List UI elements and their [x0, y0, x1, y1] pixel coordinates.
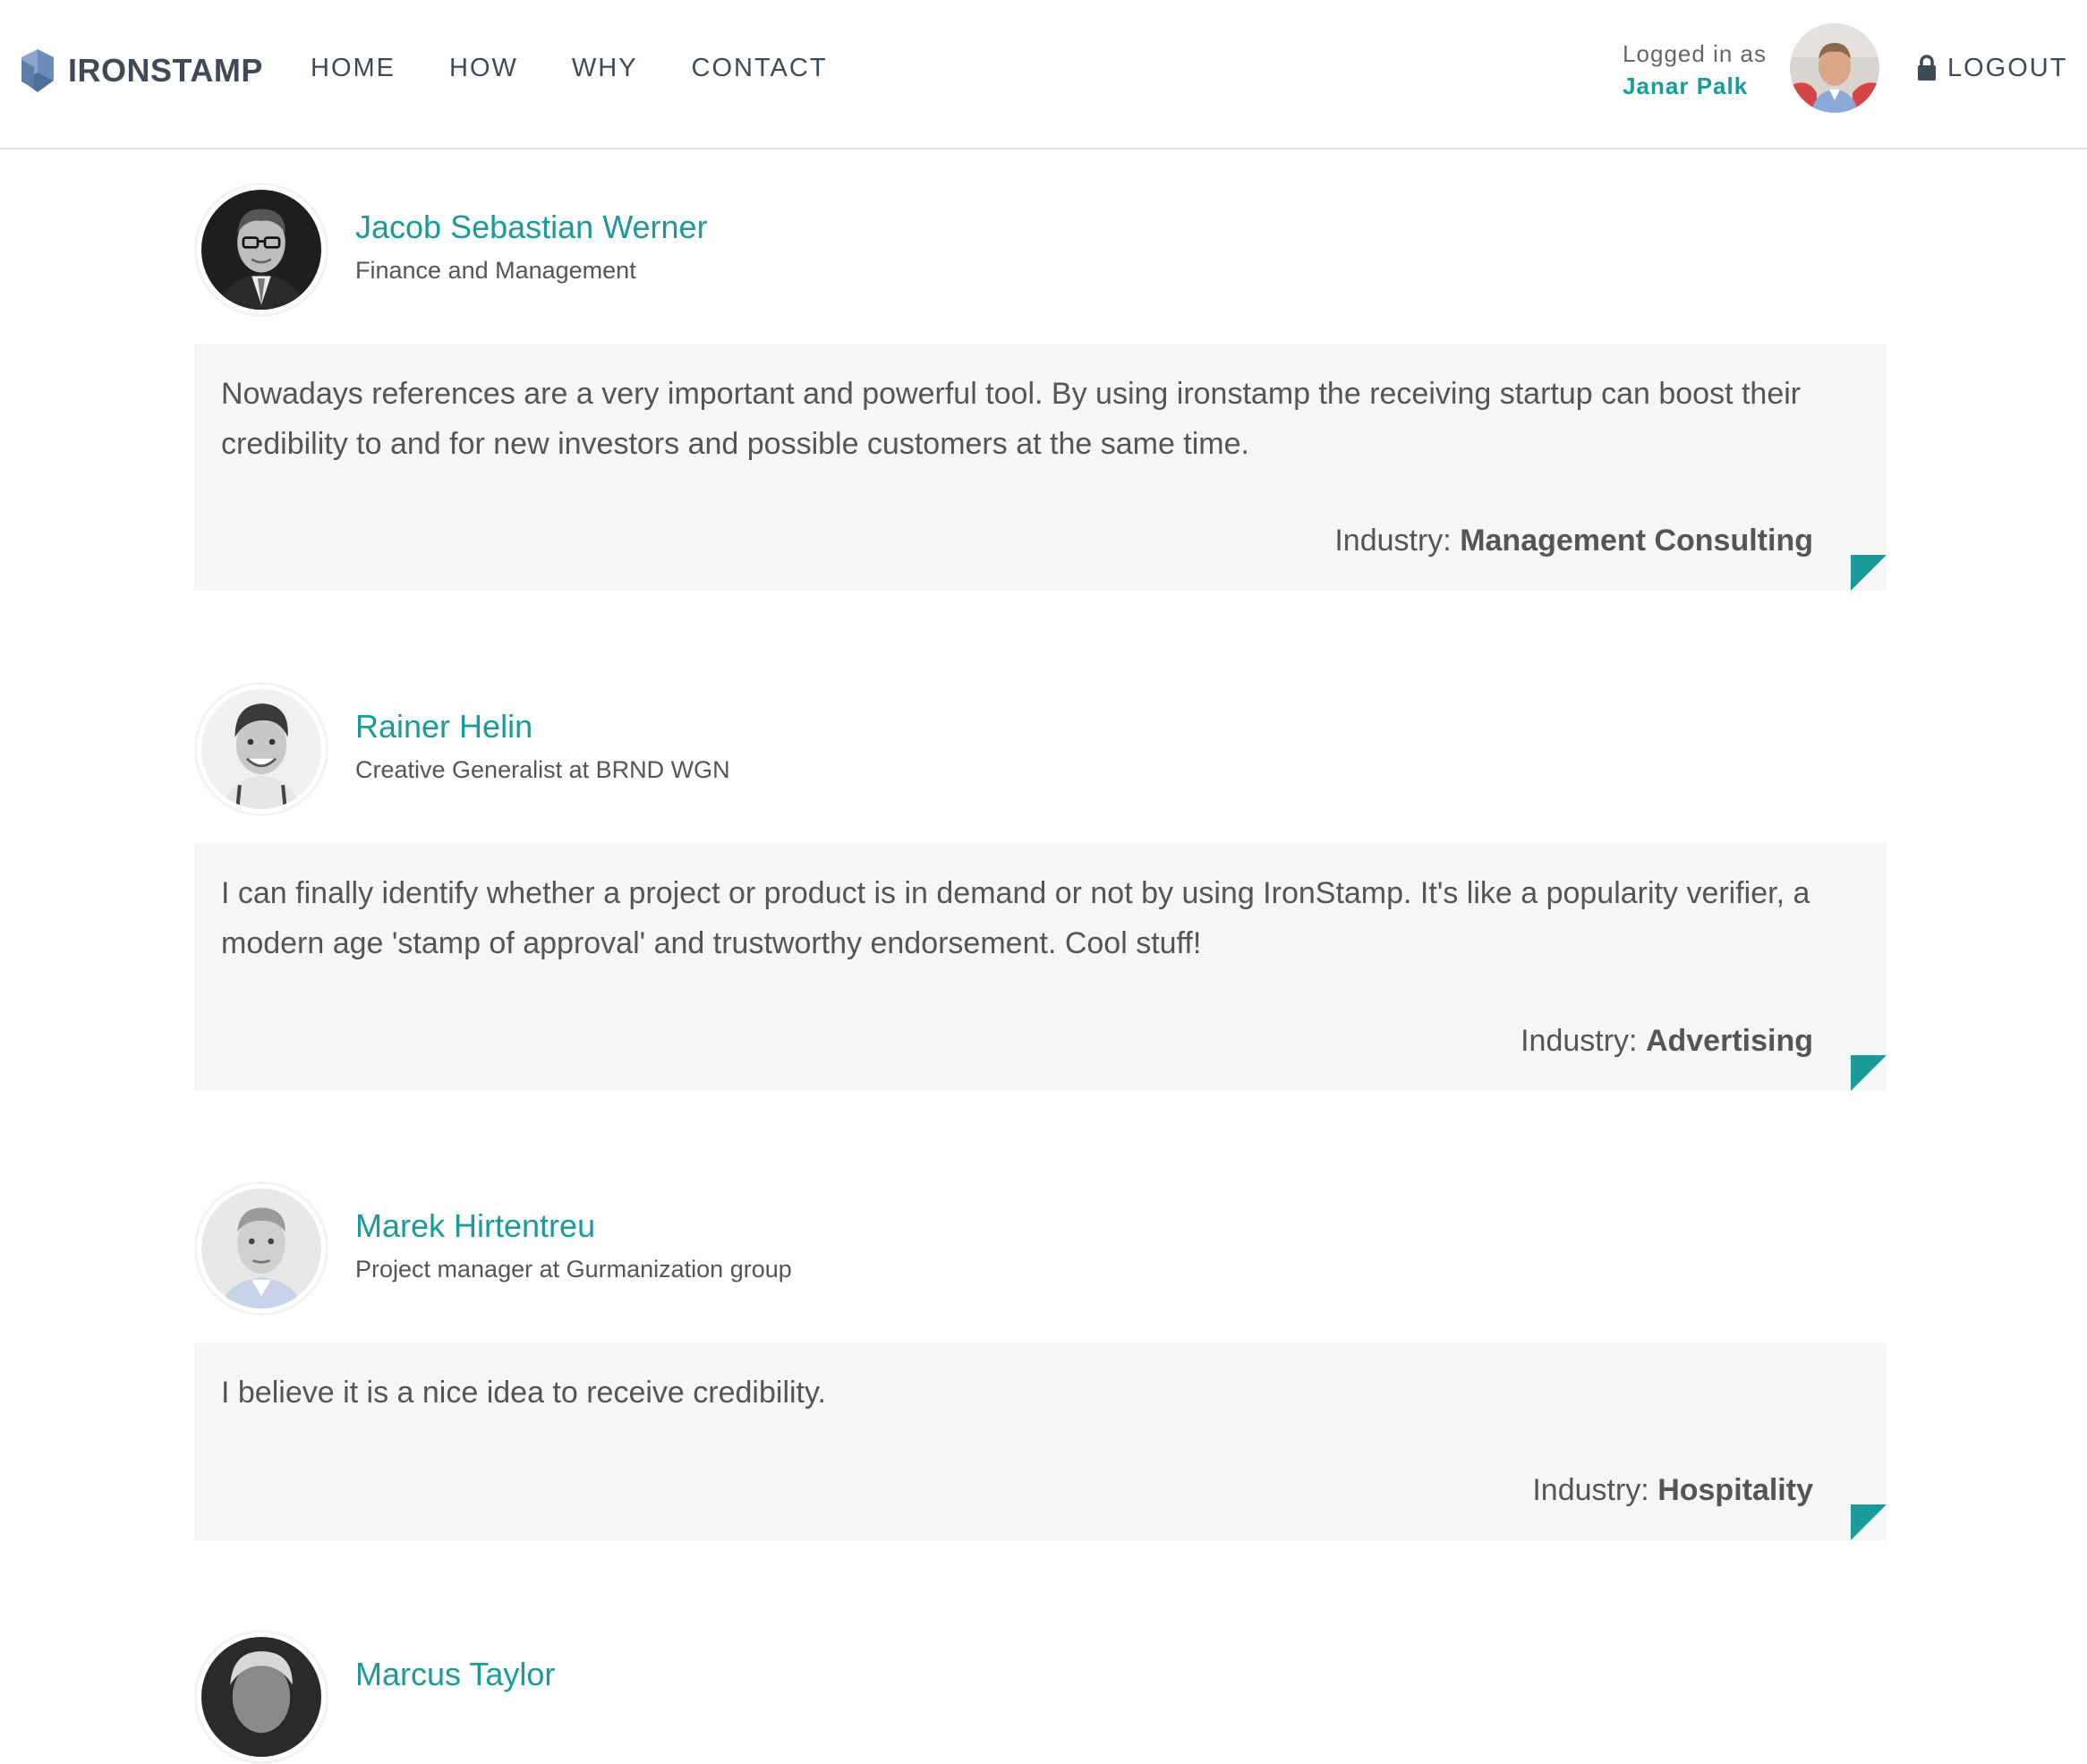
user-info: Logged in as Janar Palk	[1623, 38, 1767, 102]
industry-line: Industry: Management Consulting	[1334, 524, 1813, 558]
logged-in-label: Logged in as	[1623, 40, 1767, 67]
corner-fold-icon	[1851, 1504, 1887, 1540]
industry-value: Hospitality	[1657, 1473, 1813, 1507]
author-name[interactable]: Marcus Taylor	[355, 1655, 555, 1694]
industry-line: Industry: Hospitality	[1532, 1473, 1813, 1508]
industry-label: Industry:	[1532, 1473, 1649, 1507]
author-name[interactable]: Jacob Sebastian Werner	[355, 208, 708, 247]
quote-box: I can finally identify whether a project…	[194, 843, 1887, 1091]
industry-label: Industry:	[1521, 1024, 1638, 1058]
brand-logo[interactable]: IRONSTAMP	[21, 49, 263, 92]
industry-value: Management Consulting	[1460, 524, 1813, 558]
testimonial-author: Marcus Taylor	[194, 1630, 1887, 1764]
quote-text: I can finally identify whether a project…	[221, 876, 1810, 960]
lock-icon	[1918, 55, 1936, 81]
testimonial-card: Marek Hirtentreu Project manager at Gurm…	[194, 1181, 1887, 1540]
author-name[interactable]: Marek Hirtentreu	[355, 1206, 595, 1246]
testimonial-author: Jacob Sebastian Werner Finance and Manag…	[194, 183, 1887, 317]
industry-label: Industry:	[1334, 524, 1452, 558]
quote-box: Nowadays references are a very important…	[194, 344, 1887, 591]
corner-fold-icon	[1851, 555, 1887, 591]
author-title: Project manager at Gurmanization group	[355, 1256, 792, 1283]
industry-line: Industry: Advertising	[1521, 1024, 1813, 1059]
author-title: Creative Generalist at BRND WGN	[355, 756, 730, 783]
quote-box: I believe it is a nice idea to receive c…	[194, 1342, 1887, 1540]
testimonial-card: Rainer Helin Creative Generalist at BRND…	[194, 682, 1887, 1091]
testimonial-author: Rainer Helin Creative Generalist at BRND…	[194, 682, 1887, 816]
testimonial-card: Jacob Sebastian Werner Finance and Manag…	[194, 183, 1887, 591]
testimonial-author: Marek Hirtentreu Project manager at Gurm…	[194, 1181, 1887, 1316]
author-title: Finance and Management	[355, 257, 636, 284]
author-avatar[interactable]	[194, 682, 328, 816]
nav-how[interactable]: HOW	[449, 50, 518, 86]
author-photo	[201, 689, 321, 809]
ironstamp-logo-icon	[21, 49, 54, 92]
quote-text: Nowadays references are a very important…	[221, 377, 1802, 461]
logout-button[interactable]: LOGOUT	[1917, 50, 2067, 86]
corner-fold-icon	[1851, 1055, 1887, 1091]
nav-contact[interactable]: CONTACT	[692, 50, 828, 86]
user-avatar-image	[1790, 23, 1879, 113]
nav-why[interactable]: WHY	[572, 50, 638, 86]
author-avatar[interactable]	[194, 183, 328, 317]
user-avatar[interactable]	[1790, 23, 1879, 113]
nav-home[interactable]: HOME	[311, 50, 396, 86]
author-photo	[201, 190, 321, 310]
author-avatar[interactable]	[194, 1181, 328, 1316]
testimonial-card: Marcus Taylor	[194, 1630, 1887, 1764]
site-header: IRONSTAMP HOME HOW WHY CONTACT Logged in…	[0, 0, 2087, 149]
industry-value: Advertising	[1645, 1024, 1813, 1058]
author-photo	[201, 1637, 321, 1757]
main-nav: HOME HOW WHY CONTACT	[311, 50, 882, 86]
logout-label: LOGOUT	[1947, 54, 2068, 82]
quote-text: I believe it is a nice idea to receive c…	[221, 1376, 826, 1410]
author-name[interactable]: Rainer Helin	[355, 707, 532, 746]
brand-name: IRONSTAMP	[68, 52, 263, 89]
author-avatar[interactable]	[194, 1630, 328, 1764]
author-photo	[201, 1189, 321, 1308]
user-name-link[interactable]: Janar Palk	[1623, 70, 1767, 102]
